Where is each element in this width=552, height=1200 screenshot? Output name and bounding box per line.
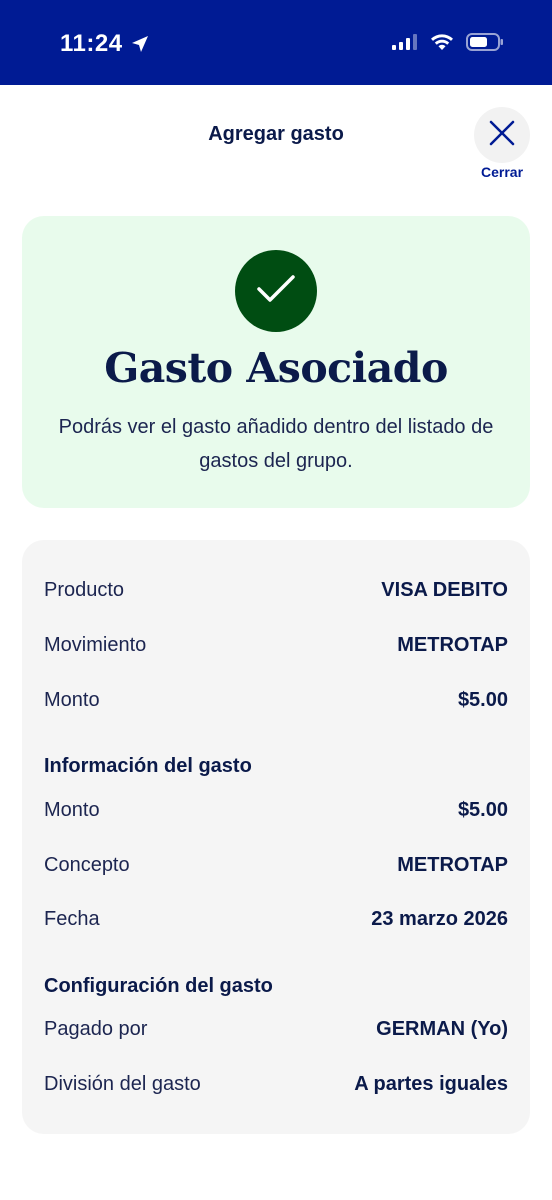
detail-row-product: Producto VISA DEBITO [44, 575, 508, 605]
detail-label: Pagado por [44, 1017, 148, 1040]
cellular-signal-icon [392, 34, 418, 50]
page-title: Agregar gasto [208, 123, 344, 145]
section-title-expense-info: Información del gasto [44, 754, 252, 777]
detail-value: A partes iguales [354, 1072, 508, 1095]
detail-label: División del gasto [44, 1072, 201, 1095]
detail-row-date: Fecha 23 marzo 2026 [44, 904, 508, 934]
success-description: Podrás ver el gasto añadido dentro del l… [58, 416, 494, 472]
detail-label: Concepto [44, 853, 130, 876]
detail-label: Monto [44, 798, 100, 821]
detail-value: 23 marzo 2026 [371, 907, 508, 930]
detail-row-concept: Concepto METROTAP [44, 850, 508, 880]
detail-value: $5.00 [457, 688, 508, 711]
close-button-label[interactable]: Cerrar [470, 164, 534, 180]
details-card: Producto VISA DEBITO Movimiento METROTAP… [22, 540, 530, 1134]
success-card: Gasto Asociado Podrás ver el gasto añadi… [22, 216, 530, 508]
detail-value: GERMAN (Yo) [376, 1017, 508, 1040]
wifi-icon [430, 33, 454, 51]
location-arrow-icon [131, 35, 149, 53]
header: Agregar gasto Cerrar [0, 85, 552, 195]
close-icon [488, 119, 516, 152]
detail-value: VISA DEBITO [381, 578, 508, 601]
detail-label: Monto [44, 688, 100, 711]
section-title-expense-config: Configuración del gasto [44, 974, 273, 997]
status-icons [392, 32, 504, 52]
success-check-badge [235, 250, 317, 332]
checkmark-icon [256, 274, 296, 309]
detail-row-paid-by: Pagado por GERMAN (Yo) [44, 1014, 508, 1044]
battery-icon [466, 32, 504, 52]
detail-row-expense-amount: Monto $5.00 [44, 795, 508, 825]
detail-row-amount: Monto $5.00 [44, 685, 508, 715]
detail-value: METROTAP [397, 633, 508, 656]
detail-row-split: División del gasto A partes iguales [44, 1069, 508, 1099]
status-time-group: 11:24 [60, 30, 149, 58]
status-time: 11:24 [60, 30, 123, 57]
success-title: Gasto Asociado [104, 344, 448, 392]
detail-label: Fecha [44, 907, 100, 930]
detail-value: METROTAP [397, 853, 508, 876]
detail-label: Producto [44, 578, 125, 601]
detail-value: $5.00 [457, 798, 508, 821]
close-button[interactable] [474, 107, 530, 163]
detail-row-movement: Movimiento METROTAP [44, 630, 508, 660]
detail-label: Movimiento [44, 633, 147, 656]
status-bar: 11:24 [0, 0, 552, 85]
